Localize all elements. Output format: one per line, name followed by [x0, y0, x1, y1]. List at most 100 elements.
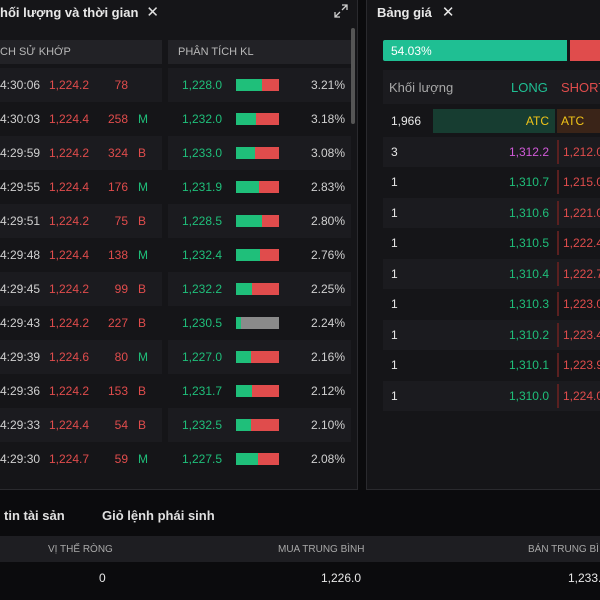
trade-side: B: [138, 214, 147, 228]
trade-side: B: [138, 316, 147, 330]
trade-time: 4:30:03: [0, 112, 41, 126]
trade-volume: 176: [107, 180, 128, 194]
short-price[interactable]: 1,215.0: [557, 170, 600, 194]
short-price[interactable]: 1,222.4: [557, 231, 600, 255]
long-price[interactable]: 1,310.5: [433, 231, 555, 255]
long-ratio: 54.03%: [383, 40, 567, 61]
volume-analysis-cell: 1,232.5 2.10%: [168, 408, 351, 442]
volume-split-bar: [236, 317, 279, 329]
volume-analysis-cell: 1,228.0 3.21%: [168, 68, 351, 102]
analysis-price: 1,228.0: [182, 78, 223, 92]
short-price[interactable]: 1,222.7: [557, 261, 600, 286]
short-price[interactable]: ATC: [557, 109, 600, 133]
trade-price: 1,224.6: [49, 350, 90, 364]
trade-row: 4:29:43 1,224.2 227 B 1,230.5 2.24%: [0, 306, 351, 340]
tab-derivative-basket[interactable]: Giỏ lệnh phái sinh: [102, 508, 215, 523]
short-price[interactable]: 1,224.0: [557, 383, 600, 408]
tab-asset-info[interactable]: tin tài sản: [4, 508, 65, 523]
match-history-cell: 4:29:59 1,224.2 324 B: [0, 136, 162, 170]
long-price[interactable]: 1,310.0: [433, 384, 555, 408]
short-price[interactable]: 1,223.4: [557, 322, 600, 347]
avg-sell-value: 1,233.: [568, 571, 600, 585]
long-price[interactable]: 1,310.3: [433, 292, 555, 316]
trade-price: 1,224.4: [49, 248, 90, 262]
long-price[interactable]: 1,310.1: [433, 353, 555, 377]
long-price[interactable]: 1,310.4: [433, 262, 555, 286]
order-book-row[interactable]: 3 1,312.2 1,212.0: [383, 136, 600, 167]
order-book-row[interactable]: 1 1,310.0 1,224.0: [383, 380, 600, 411]
volume-analysis-cell: 1,232.2 2.25%: [168, 272, 351, 306]
trade-time: 4:29:48: [0, 248, 41, 262]
volume-analysis-header: PHÂN TÍCH KL: [168, 40, 351, 64]
order-book-row[interactable]: 1 1,310.5 1,222.4: [383, 228, 600, 259]
expand-icon[interactable]: [333, 3, 349, 19]
match-history-cell: 4:29:39 1,224.6 80 M: [0, 340, 162, 374]
long-volume-fill: [236, 249, 260, 261]
trade-price: 1,224.2: [49, 282, 90, 296]
volume-time-panel: hối lượng và thời gian ✕ CH SỬ KHỚP PHÂN…: [0, 0, 358, 490]
order-volume: 1,966: [391, 114, 422, 129]
trade-side: B: [138, 418, 147, 432]
match-history-cell: 4:29:36 1,224.2 153 B: [0, 374, 162, 408]
short-price[interactable]: 1,221.0: [557, 200, 600, 225]
long-price[interactable]: 1,312.2: [433, 140, 555, 164]
trade-row: 4:29:48 1,224.4 138 M 1,232.4 2.76%: [0, 238, 351, 272]
price-board-title: Bảng giá: [377, 4, 432, 20]
trade-row: 4:29:55 1,224.4 176 M 1,231.9 2.83%: [0, 170, 351, 204]
trade-time: 4:29:30: [0, 452, 41, 466]
analysis-price: 1,232.4: [182, 248, 223, 262]
order-book-row[interactable]: 1,966 ATC ATC: [383, 106, 600, 137]
trade-price: 1,224.2: [49, 316, 90, 330]
short-price[interactable]: 1,212.0: [557, 139, 600, 164]
order-book-row[interactable]: 1 1,310.6 1,221.0: [383, 197, 600, 228]
analysis-price: 1,228.5: [182, 214, 223, 228]
short-volume-fill: [258, 453, 279, 465]
trade-time: 4:29:45: [0, 282, 41, 296]
long-price[interactable]: 1,310.2: [433, 323, 555, 347]
long-volume-fill: [236, 79, 262, 91]
order-book-row[interactable]: 1 1,310.1 1,223.9: [383, 350, 600, 381]
volume-analysis-cell: 1,231.7 2.12%: [168, 374, 351, 408]
order-book-row[interactable]: 1 1,310.2 1,223.4: [383, 319, 600, 350]
short-volume-fill: [252, 283, 279, 295]
order-book-row[interactable]: 1 1,310.7 1,215.0: [383, 167, 600, 198]
long-volume-fill: [236, 351, 252, 363]
trade-volume: 138: [107, 248, 128, 262]
trade-row: 4:30:03 1,224.4 258 M 1,232.0 3.18%: [0, 102, 351, 136]
short-price[interactable]: 1,223.0: [557, 292, 600, 316]
trade-row: 4:30:06 1,224.2 78 1,228.0 3.21%: [0, 68, 351, 102]
trade-volume: 78: [114, 78, 128, 92]
analysis-price: 1,232.2: [182, 282, 223, 296]
match-history-cell: 4:29:48 1,224.4 138 M: [0, 238, 162, 272]
volume-percent: 2.83%: [310, 180, 345, 194]
long-price[interactable]: ATC: [433, 109, 555, 133]
net-position-header: VỊ THẾ RÒNG: [48, 544, 113, 555]
short-volume-fill: [256, 113, 279, 125]
long-volume-fill: [236, 453, 259, 465]
trade-time: 4:29:43: [0, 316, 41, 330]
close-icon[interactable]: ✕: [442, 3, 455, 21]
long-volume-fill: [236, 215, 262, 227]
match-history-cell: 4:29:55 1,224.4 176 M: [0, 170, 162, 204]
long-price[interactable]: 1,310.6: [433, 201, 555, 225]
long-price[interactable]: 1,310.7: [433, 170, 555, 194]
trade-price: 1,224.4: [49, 418, 90, 432]
match-history-cell: 4:29:51 1,224.2 75 B: [0, 204, 162, 238]
scrollbar[interactable]: [351, 28, 355, 124]
long-volume-fill: [236, 147, 256, 159]
order-volume: 1: [391, 236, 398, 251]
long-volume-fill: [236, 385, 252, 397]
positions-row: 0 1,226.0 1,233.: [0, 566, 600, 590]
match-history-cell: 4:29:30 1,224.7 59 M: [0, 442, 162, 476]
volume-split-bar: [236, 249, 279, 261]
short-price[interactable]: 1,223.9: [557, 353, 600, 377]
trade-row: 4:29:45 1,224.2 99 B 1,232.2 2.25%: [0, 272, 351, 306]
column-headers: CH SỬ KHỚP PHÂN TÍCH KL: [0, 40, 351, 64]
avg-buy-header: MUA TRUNG BÌNH: [278, 544, 365, 555]
trade-side: B: [138, 282, 147, 296]
close-icon[interactable]: ✕: [146, 3, 159, 21]
order-book-row[interactable]: 1 1,310.4 1,222.7: [383, 258, 600, 289]
order-book-row[interactable]: 1 1,310.3 1,223.0: [383, 289, 600, 320]
short-volume-fill: [258, 181, 279, 193]
trade-side: B: [138, 146, 147, 160]
